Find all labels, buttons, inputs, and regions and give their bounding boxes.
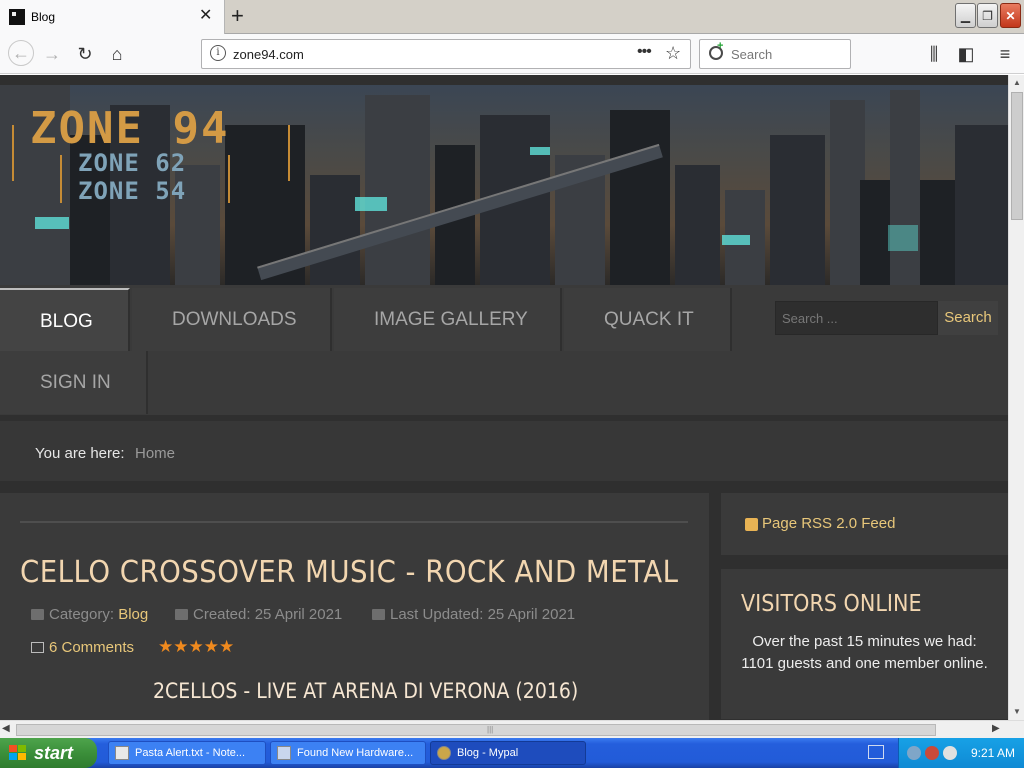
comments-link[interactable]: 6 Comments (31, 639, 134, 656)
start-button[interactable]: start (0, 738, 97, 768)
search-icon (709, 40, 723, 60)
browser-search-placeholder: Search (731, 47, 773, 62)
taskbar-item-browser[interactable]: Blog - Mypal (430, 741, 586, 765)
taskbar-item-notepad[interactable]: Pasta Alert.txt - Note... (108, 741, 266, 765)
taskbar-item-label: Pasta Alert.txt - Note... (135, 747, 246, 759)
scroll-left-icon[interactable]: ◀ (2, 723, 10, 734)
rss-module: Page RSS 2.0 Feed (721, 493, 1008, 555)
video-title: 2CELLOS - LIVE AT ARENA DI VERONA (2016) (153, 679, 579, 703)
network-icon[interactable] (907, 746, 921, 760)
scroll-grip-icon: ||| (487, 725, 494, 734)
tab-close-icon[interactable]: ✕ (199, 8, 212, 24)
scroll-right-icon[interactable]: ▶ (992, 723, 1000, 734)
home-icon[interactable]: ⌂ (105, 42, 129, 66)
visitors-title: VISITORS ONLINE (741, 591, 922, 617)
scroll-up-icon[interactable]: ▲ (1009, 75, 1024, 91)
horizontal-scroll-thumb[interactable]: ||| (16, 724, 936, 736)
hardware-icon (277, 746, 291, 760)
window-restore-button[interactable]: ❐ (977, 3, 998, 28)
back-icon[interactable]: ← (8, 40, 34, 66)
scroll-down-icon[interactable]: ▼ (1009, 704, 1024, 720)
menu-item-sign-in[interactable]: SIGN IN (0, 351, 148, 414)
site-search-button[interactable]: Search (938, 301, 998, 335)
comment-icon (31, 642, 44, 653)
menu-icon[interactable]: ≡ (993, 42, 1017, 66)
taskbar-item-hardware[interactable]: Found New Hardware... (270, 741, 426, 765)
tab-title: Blog (31, 10, 56, 24)
url-bar[interactable]: i zone94.com ••• ☆ (201, 39, 691, 69)
comments-count[interactable]: 6 Comments (49, 639, 134, 656)
browser-icon (437, 746, 451, 760)
visitors-module: VISITORS ONLINE Over the past 15 minutes… (721, 569, 1008, 719)
sidebar-icon[interactable]: ◧ (954, 42, 978, 66)
window-minimize-button[interactable]: ▁ (955, 3, 976, 28)
site-logo-subtitle: ZONE 62 (78, 149, 187, 177)
article-category: Category: Blog (31, 606, 148, 623)
rss-icon (745, 518, 758, 531)
reload-icon[interactable]: ↻ (73, 42, 97, 66)
breadcrumb-home-link[interactable]: Home (135, 445, 175, 462)
tab-blog[interactable]: Blog ✕ (0, 0, 225, 34)
site-logo-subtitle: ZONE 54 (78, 177, 187, 205)
category-label: Category: (49, 606, 115, 623)
bookmark-star-icon[interactable]: ☆ (665, 43, 681, 64)
keyboard-icon[interactable] (868, 745, 884, 759)
horizontal-scrollbar[interactable]: ◀ ||| ▶ (0, 720, 1024, 738)
menu-item-blog[interactable]: BLOG (0, 288, 130, 351)
site-favicon-icon (9, 9, 25, 25)
breadcrumb-label: You are here: (35, 445, 125, 462)
forward-icon[interactable]: → (40, 42, 64, 66)
navigation-toolbar: ← → ↻ ⌂ i zone94.com ••• ☆ Search ⫼ ◧ ≡ (0, 34, 1024, 74)
updated-date: Last Updated: 25 April 2021 (390, 606, 576, 623)
main-content: CELLO CROSSOVER MUSIC - ROCK AND METAL C… (0, 493, 709, 720)
system-tray: 9:21 AM (898, 738, 1024, 768)
vertical-scroll-thumb[interactable] (1011, 92, 1023, 220)
calendar-icon (372, 609, 385, 620)
more-icon[interactable]: ••• (637, 43, 652, 61)
volume-icon[interactable] (943, 746, 957, 760)
article-created: Created: 25 April 2021 (175, 606, 342, 623)
menu-item-image-gallery[interactable]: IMAGE GALLERY (334, 288, 562, 351)
clock[interactable]: 9:21 AM (971, 746, 1015, 760)
rating-stars[interactable]: ★★★★★ (158, 637, 234, 657)
url-text[interactable]: zone94.com (233, 47, 304, 62)
info-icon[interactable]: i (210, 45, 226, 61)
window-close-button[interactable]: ✕ (1000, 3, 1021, 28)
windows-flag-icon (9, 745, 27, 761)
taskbar-item-label: Found New Hardware... (297, 747, 414, 759)
created-date: Created: 25 April 2021 (193, 606, 343, 623)
breadcrumb: You are here: Home (0, 421, 1008, 481)
vertical-scrollbar[interactable]: ▲ ▼ (1008, 75, 1024, 720)
article-updated: Last Updated: 25 April 2021 (372, 606, 575, 623)
calendar-icon (175, 609, 188, 620)
rss-feed-link[interactable]: Page RSS 2.0 Feed (762, 515, 895, 532)
page-viewport: ZONE 94 ZONE 62 ZONE 54 BLOG DOWNLOADS I… (0, 75, 1008, 720)
notepad-icon (115, 746, 129, 760)
folder-icon (31, 609, 44, 620)
tab-strip: Blog ✕ + ▁ ❐ ✕ (0, 0, 1024, 34)
site-banner[interactable]: ZONE 94 ZONE 62 ZONE 54 (0, 85, 1008, 285)
divider (20, 521, 688, 523)
article-title[interactable]: CELLO CROSSOVER MUSIC - ROCK AND METAL (20, 555, 678, 590)
site-search-input[interactable]: Search ... (775, 301, 938, 335)
library-icon[interactable]: ⫼ (922, 42, 946, 66)
new-tab-icon[interactable]: + (231, 4, 244, 28)
taskbar: start Pasta Alert.txt - Note... Found Ne… (0, 738, 1024, 768)
site-logo[interactable]: ZONE 94 (30, 103, 229, 154)
menu-item-quack-it[interactable]: QUACK IT (564, 288, 732, 351)
category-link[interactable]: Blog (118, 606, 148, 623)
start-label: start (34, 743, 74, 763)
taskbar-item-label: Blog - Mypal (457, 747, 519, 759)
browser-search-input[interactable]: Search (699, 39, 851, 69)
menu-item-downloads[interactable]: DOWNLOADS (132, 288, 332, 351)
security-icon[interactable] (925, 746, 939, 760)
visitors-text: Over the past 15 minutes we had: 1101 gu… (741, 633, 988, 672)
